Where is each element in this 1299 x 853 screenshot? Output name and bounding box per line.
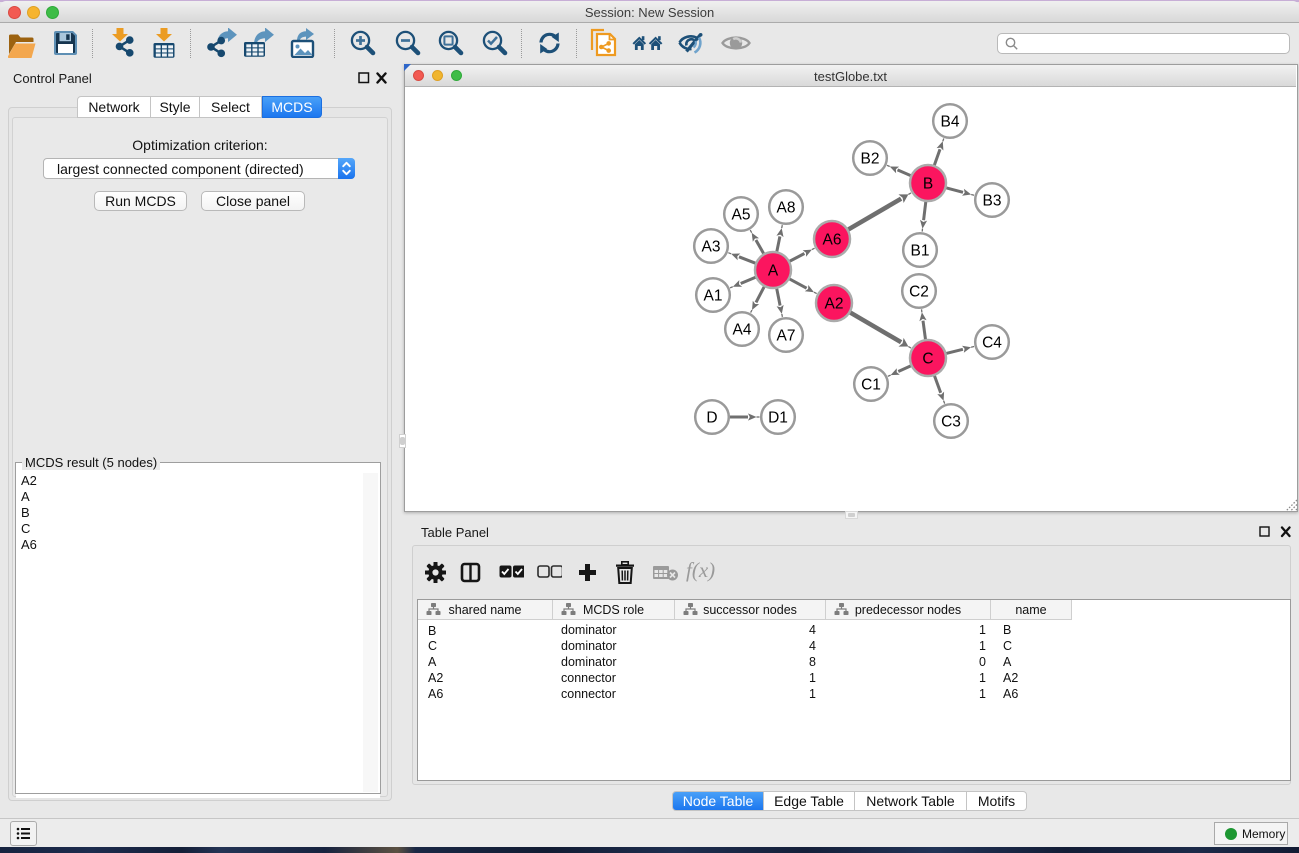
svg-text:A8: A8 bbox=[777, 200, 796, 217]
svg-text:B: B bbox=[923, 176, 933, 193]
svg-text:A: A bbox=[768, 263, 779, 280]
svg-text:A4: A4 bbox=[733, 322, 752, 339]
svg-text:C3: C3 bbox=[941, 414, 961, 431]
svg-text:A7: A7 bbox=[777, 328, 796, 345]
svg-text:A3: A3 bbox=[702, 239, 721, 256]
svg-text:C: C bbox=[922, 351, 933, 368]
svg-text:C2: C2 bbox=[909, 284, 929, 301]
svg-text:B2: B2 bbox=[861, 151, 880, 168]
svg-text:B4: B4 bbox=[941, 114, 960, 131]
svg-text:D1: D1 bbox=[768, 410, 788, 427]
svg-text:C4: C4 bbox=[982, 335, 1002, 352]
svg-text:B3: B3 bbox=[983, 193, 1002, 210]
svg-text:A1: A1 bbox=[704, 288, 723, 305]
svg-text:D: D bbox=[706, 410, 717, 427]
svg-text:B1: B1 bbox=[911, 243, 930, 260]
svg-text:A2: A2 bbox=[825, 296, 844, 313]
svg-text:C1: C1 bbox=[861, 377, 881, 394]
svg-text:A5: A5 bbox=[732, 207, 751, 224]
svg-text:A6: A6 bbox=[823, 232, 842, 249]
